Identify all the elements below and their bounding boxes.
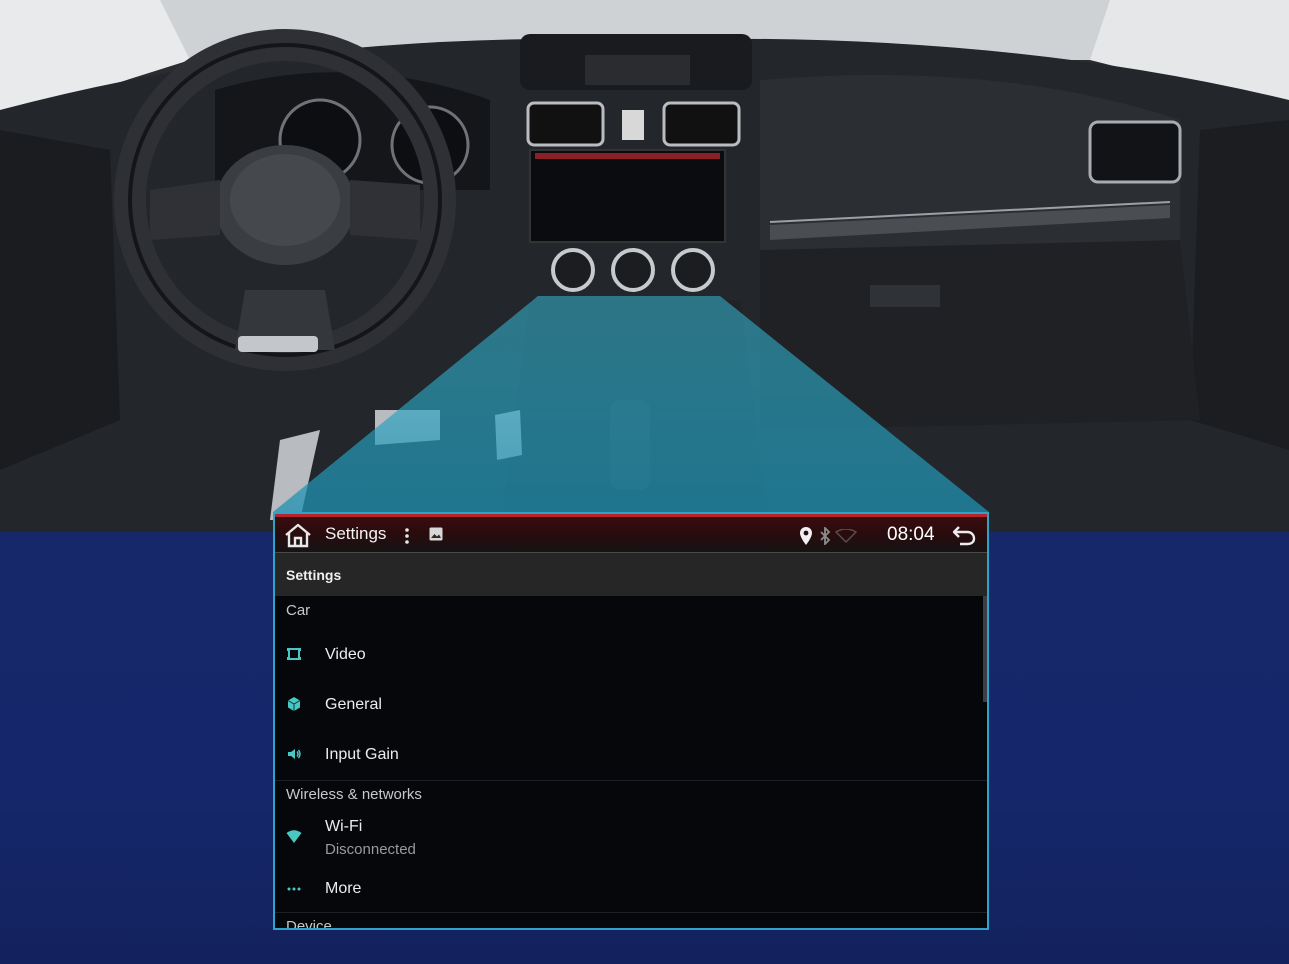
scrollbar[interactable] — [983, 596, 987, 702]
status-bar: Settings 08:04 — [275, 514, 987, 552]
head-unit-screen: Settings 08:04 Settings Car Video Genera… — [273, 512, 989, 930]
status-clock: 08:04 — [887, 524, 935, 545]
wifi-icon — [286, 830, 302, 843]
bluetooth-icon — [820, 527, 831, 545]
cube-icon — [287, 697, 301, 711]
settings-item-label: More — [325, 880, 362, 897]
app-bar: Settings — [275, 552, 987, 596]
more-icon — [287, 887, 301, 891]
section-divider — [275, 912, 987, 913]
section-header-car: Car — [286, 602, 311, 619]
location-icon — [800, 527, 812, 545]
settings-item-label: Wi-Fi — [325, 818, 363, 835]
back-icon[interactable] — [951, 523, 977, 547]
section-header-wireless: Wireless & networks — [286, 786, 422, 803]
home-icon[interactable] — [283, 522, 313, 548]
settings-item-label: Input Gain — [325, 746, 399, 763]
settings-list[interactable]: Car Video General Input Gain Wireless & … — [275, 596, 987, 930]
settings-item-label: General — [325, 696, 382, 713]
status-bar-title: Settings — [325, 524, 387, 543]
overflow-menu-icon[interactable] — [404, 526, 410, 546]
section-divider — [275, 780, 987, 781]
settings-item-label: Video — [325, 646, 366, 663]
signal-icon — [835, 529, 857, 543]
video-icon — [287, 648, 301, 660]
volume-icon — [288, 749, 301, 759]
image-icon — [429, 527, 443, 541]
section-header-device: Device — [286, 918, 332, 930]
page-title: Settings — [286, 567, 342, 583]
settings-item-summary: Disconnected — [325, 841, 416, 858]
